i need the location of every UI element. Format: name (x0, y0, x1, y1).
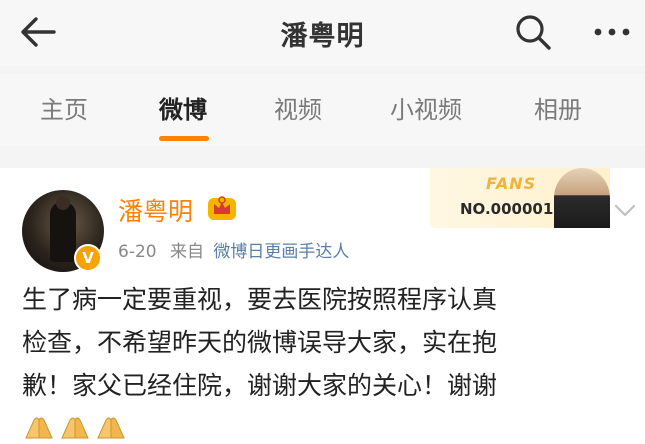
post-meta: 6-20 来自 微博日更画手达人 (118, 237, 349, 262)
tab-weibo[interactable]: 微博 (159, 90, 207, 130)
emoji-row (22, 414, 128, 440)
tab-album[interactable]: 相册 (534, 90, 582, 130)
pray-hands-icon (25, 417, 53, 439)
tab-video[interactable]: 视频 (274, 90, 322, 130)
post-text-line: 生了病一定要重视，要去医院按照程序认真 (22, 285, 498, 314)
fans-card[interactable]: FANS NO.000001 (430, 168, 610, 228)
chevron-down-icon (614, 204, 636, 217)
post-body: 生了病一定要重视，要去医院按照程序认真 检查，不希望昨天的微博误导大家，实在抱 … (22, 278, 632, 407)
weibo-post-card: V 潘粤明 6-20 来自 微博日更画手达人 FANS NO.000001 生了… (0, 168, 645, 444)
post-text-line: 歉！家父已经住院，谢谢大家的关心！谢谢 (22, 371, 498, 400)
post-menu-button[interactable] (612, 198, 638, 222)
avatar-photo (50, 196, 76, 262)
active-tab-indicator (159, 136, 209, 141)
fans-label: FANS (486, 174, 537, 193)
tab-home[interactable]: 主页 (40, 90, 88, 130)
pray-hands-icon (97, 417, 125, 439)
more-dots-icon (594, 28, 630, 36)
post-source-link[interactable]: 微博日更画手达人 (213, 242, 349, 262)
post-date: 6-20 (118, 242, 157, 262)
profile-tab-bar: 主页 微博 视频 小视频 相册 (0, 74, 645, 146)
top-nav-bar: 潘粤明 (0, 0, 645, 66)
fans-number: NO.000001 (460, 200, 554, 218)
tab-short-video[interactable]: 小视频 (390, 90, 462, 130)
fans-card-portrait (554, 168, 610, 228)
post-text-line: 检查，不希望昨天的微博误导大家，实在抱 (22, 328, 498, 357)
more-options-button[interactable] (590, 14, 634, 50)
source-prefix: 来自 (170, 242, 204, 262)
pray-hands-icon (61, 417, 89, 439)
crown-badge-icon[interactable] (206, 192, 238, 222)
search-button[interactable] (513, 12, 553, 52)
search-icon (516, 15, 551, 50)
verified-badge: V (74, 244, 102, 272)
author-name[interactable]: 潘粤明 (118, 192, 193, 228)
